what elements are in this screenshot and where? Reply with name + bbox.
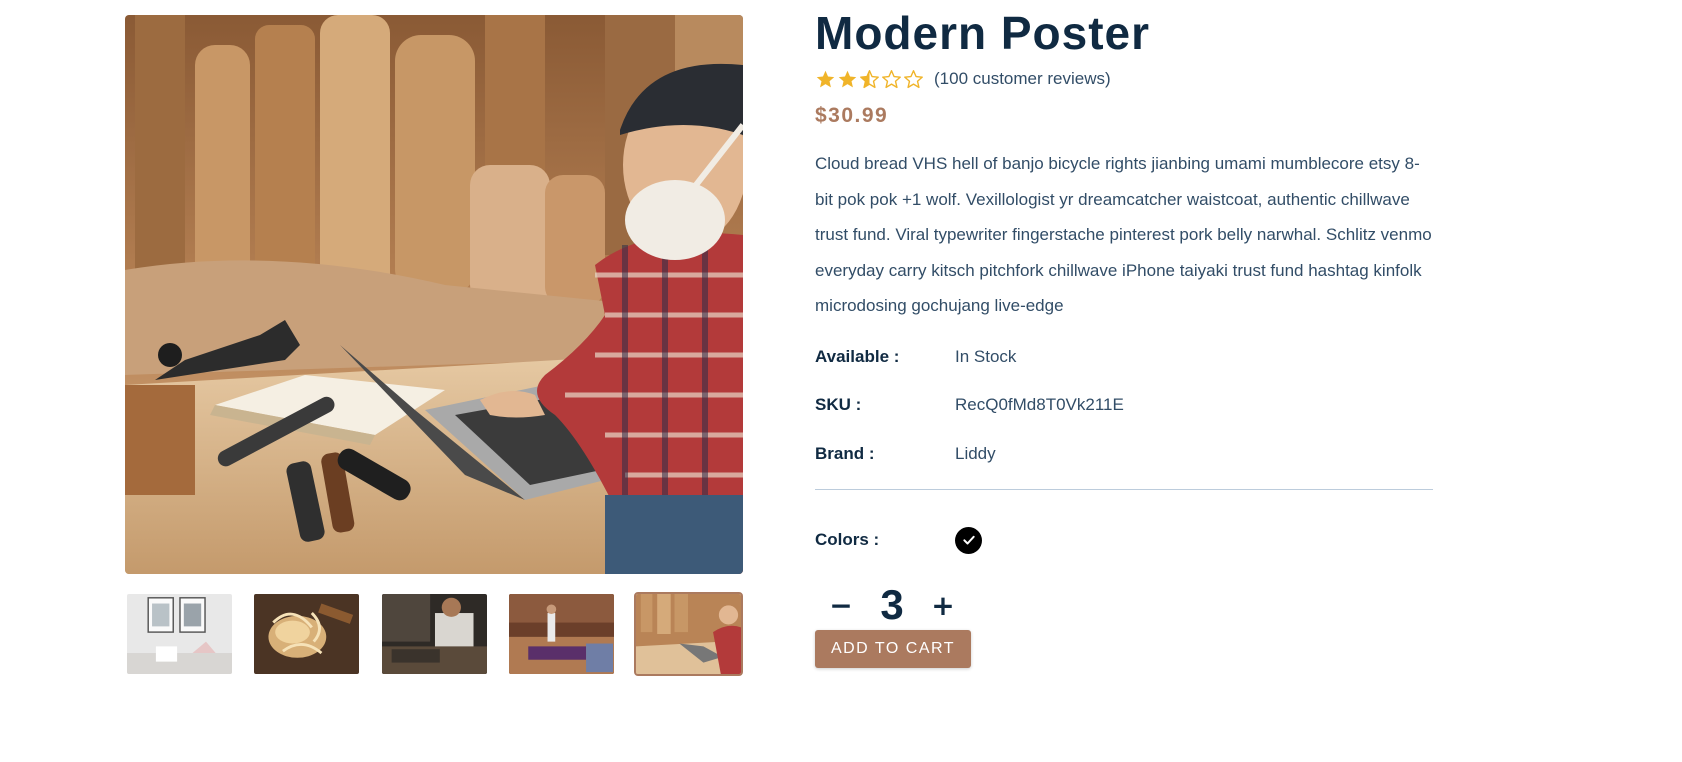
- sku-value: RecQ0fMd8T0Vk211E: [955, 395, 1124, 414]
- thumbnail-5[interactable]: [634, 592, 743, 676]
- sku-row: SKU : RecQ0fMd8T0Vk211E: [815, 395, 1433, 444]
- thumbnail-photo-wood-shavings: [254, 594, 360, 674]
- product-info: Modern Poster (100 customer reviews) $30…: [815, 0, 1433, 668]
- thumbnail-3[interactable]: [380, 592, 489, 676]
- product-title: Modern Poster: [815, 7, 1151, 59]
- sku-label: SKU :: [815, 395, 862, 414]
- brand-row: Brand : Liddy: [815, 444, 1433, 493]
- star-empty-icon: [882, 69, 901, 88]
- color-swatch-black[interactable]: [955, 526, 982, 554]
- product-meta: Available : In Stock SKU : RecQ0fMd8T0Vk…: [815, 347, 1433, 493]
- star-empty-icon: [904, 69, 923, 88]
- product-rating: (100 customer reviews): [815, 68, 1433, 90]
- product-description: Cloud bread VHS hell of banjo bicycle ri…: [815, 154, 1432, 315]
- main-product-image: [125, 15, 743, 574]
- increase-quantity-button[interactable]: +: [917, 589, 969, 622]
- star-half-icon: [860, 69, 879, 88]
- thumbnail-photo-craftsman: [381, 594, 487, 674]
- availability-value: In Stock: [955, 346, 1017, 366]
- thumbnail-photo-laptop-woodshop: [636, 594, 741, 674]
- star-full-icon: [816, 70, 835, 87]
- thumbnail-photo-posters: [127, 594, 232, 674]
- thumbnail-photo-workshop: [508, 594, 614, 674]
- quantity-value: 3: [880, 581, 904, 628]
- thumbnail-2[interactable]: [252, 592, 361, 676]
- thumbnail-1[interactable]: [125, 592, 234, 676]
- product-price: $30.99: [815, 104, 889, 127]
- brand-label: Brand :: [815, 443, 875, 463]
- product-gallery: [125, 15, 743, 676]
- colors-row: Colors :: [815, 526, 1433, 554]
- availability-row: Available : In Stock: [815, 347, 1433, 396]
- brand-value: Liddy: [955, 443, 996, 463]
- availability-label: Available :: [815, 346, 900, 366]
- star-full-icon: [838, 70, 857, 87]
- add-to-cart-button[interactable]: ADD TO CART: [815, 630, 971, 668]
- divider: [815, 489, 1433, 490]
- thumbnail-strip: [125, 592, 743, 676]
- thumbnail-4[interactable]: [507, 592, 616, 676]
- decrease-quantity-button[interactable]: −: [815, 589, 867, 622]
- main-product-photo: [125, 15, 743, 574]
- check-icon: [962, 535, 975, 545]
- colors-label: Colors :: [815, 530, 880, 549]
- review-count: (100 customer reviews): [934, 69, 1111, 88]
- rating-stars: [815, 69, 924, 90]
- quantity-stepper: − 3 +: [815, 581, 1433, 628]
